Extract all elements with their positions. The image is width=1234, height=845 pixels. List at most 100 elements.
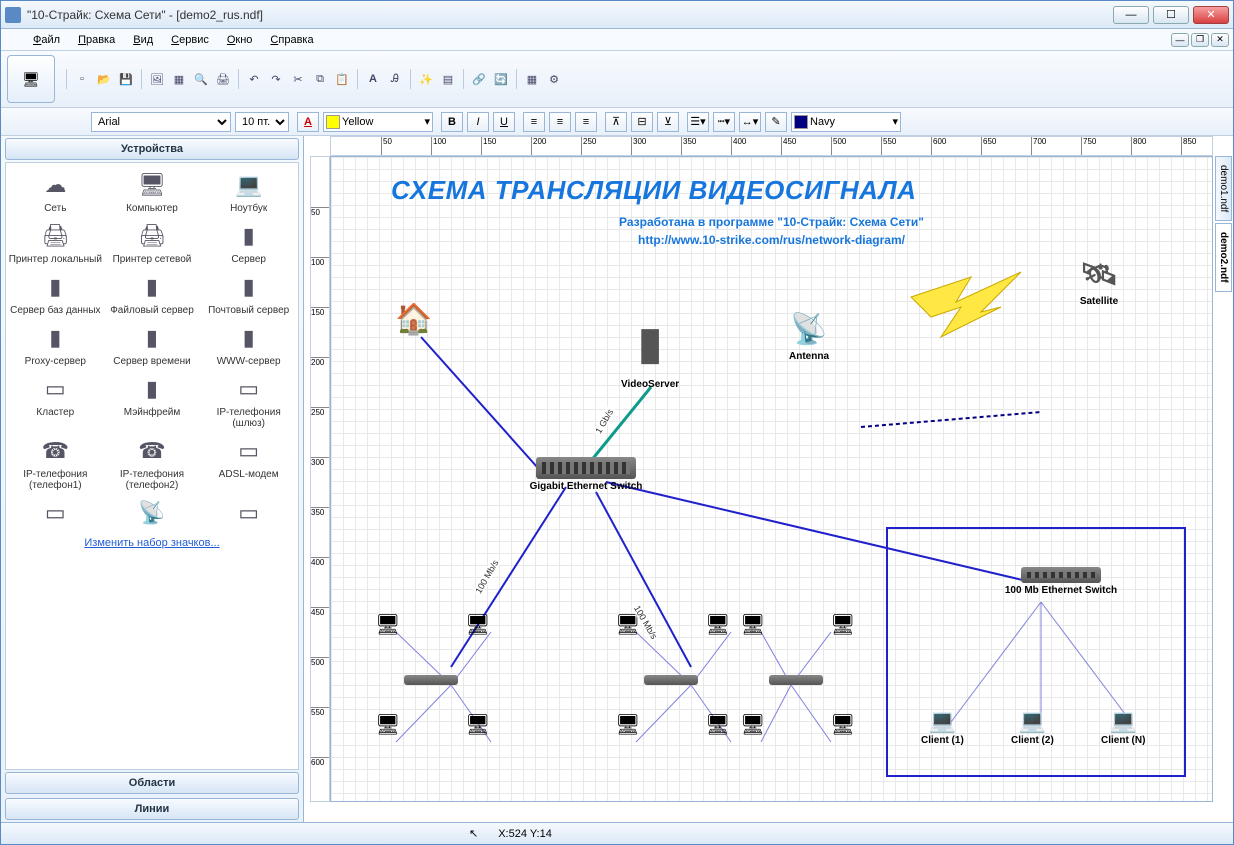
ruler-tick: 400 [311,557,329,567]
add-device-button[interactable]: 🖥 [7,55,55,103]
satellite-node[interactable]: 🛰 Satellite [1071,252,1127,307]
workgroup-2[interactable] [611,612,731,685]
device-icon: ▭ [35,373,75,405]
mdi-close-button[interactable]: ✕ [1211,33,1229,47]
device-ip-телефония-телефон2-[interactable]: ☎IP-телефония (телефон2) [105,433,200,493]
client2-node[interactable]: 💻Client (2) [1011,707,1054,746]
device-компьютер[interactable]: 🖥Компьютер [105,167,200,216]
valign-top-button[interactable]: ⊼ [605,112,627,132]
gbe-switch-node[interactable]: Gigabit Ethernet Switch [506,457,666,492]
italic-button[interactable]: I [467,112,489,132]
align-left-button[interactable]: ≡ [523,112,545,132]
menu-window[interactable]: Окно [219,32,261,48]
diagram-canvas[interactable]: СХЕМА ТРАНСЛЯЦИИ ВИДЕОСИГНАЛА Разработан… [330,156,1213,802]
menu-help[interactable]: Справка [262,32,321,48]
change-iconset-link[interactable]: Изменить набор значков... [8,533,296,553]
underline-button[interactable]: U [493,112,515,132]
fill-color-combo[interactable]: Yellow ▾ [323,112,433,132]
line-color-button[interactable]: ✎ [765,112,787,132]
text-tool-button[interactable]: A [363,69,383,89]
palette-areas-header[interactable]: Области [5,772,299,794]
device-сеть[interactable]: ☁Сеть [8,167,103,216]
workgroup-3[interactable] [736,612,856,685]
palette-devices-header[interactable]: Устройства [5,138,299,160]
undo-button[interactable]: ↶ [244,69,264,89]
device-icon: 💻 [229,169,269,201]
device-файловый-сервер[interactable]: ▮Файловый сервер [105,269,200,318]
options-button[interactable]: ⚙ [544,69,564,89]
line-weight-button[interactable]: ☰▾ [687,112,709,132]
copy-button[interactable]: ⧉ [310,69,330,89]
line-style-button[interactable]: ┉▾ [713,112,735,132]
device-item-20[interactable]: ▭ [201,495,296,533]
paste-button[interactable]: 📋 [332,69,352,89]
valign-bottom-icon: ⊻ [664,115,672,128]
client1-node[interactable]: 💻Client (1) [921,707,964,746]
label-tool-button[interactable]: Ꭿ [385,69,405,89]
minimize-button[interactable]: — [1113,6,1149,24]
device-icon: 🖥 [132,169,172,201]
line-color-combo[interactable]: Navy ▾ [791,112,901,132]
device-сервер[interactable]: ▮Сервер [201,218,296,267]
align-center-button[interactable]: ≡ [549,112,571,132]
close-button[interactable]: ✕ [1193,6,1229,24]
device-принтер-сетевой[interactable]: 🖨Принтер сетевой [105,218,200,267]
device-ip-телефония-шлюз-[interactable]: ▭IP-телефония (шлюз) [201,371,296,431]
export-visio-button[interactable]: ▦ [169,69,189,89]
menu-file[interactable]: ФФайлайл [25,32,68,48]
tab-demo1[interactable]: demo1.ndf [1215,156,1232,221]
ruler-tick: 350 [681,137,696,155]
clientn-node[interactable]: 💻Client (N) [1101,707,1145,746]
device-ноутбук[interactable]: 💻Ноутбук [201,167,296,216]
workgroup-1[interactable] [371,612,491,685]
font-color-button[interactable]: A [297,112,319,132]
new-button[interactable]: ▫ [72,69,92,89]
scan-network-button[interactable]: ✨ [416,69,436,89]
cursor-icon: ↖ [469,827,478,840]
mb-switch-node[interactable]: 100 Mb Ethernet Switch [981,567,1141,596]
mdi-restore-button[interactable]: ❐ [1191,33,1209,47]
align-right-icon: ≡ [583,116,589,128]
grid-settings-button[interactable]: ▦ [522,69,542,89]
device-сервер-баз-данных[interactable]: ▮Сервер баз данных [8,269,103,318]
font-size-combo[interactable]: 10 пт. [235,112,289,132]
align-right-button[interactable]: ≡ [575,112,597,132]
palette-lines-header[interactable]: Линии [5,798,299,820]
menu-service[interactable]: Сервис [163,32,217,48]
device-proxy-сервер[interactable]: ▮Proxy-сервер [8,320,103,369]
print-button[interactable]: 🖨 [213,69,233,89]
legend-button[interactable]: ▤ [438,69,458,89]
antenna-node[interactable]: 📡 Antenna [781,307,837,362]
redo-button[interactable]: ↷ [266,69,286,89]
house-node[interactable]: 🏠 [386,297,442,341]
device-мэйнфрейм[interactable]: ▮Мэйнфрейм [105,371,200,431]
device-сервер-времени[interactable]: ▮Сервер времени [105,320,200,369]
device-ip-телефония-телефон1-[interactable]: ☎IP-телефония (телефон1) [8,433,103,493]
device-item-19[interactable]: 📡 [105,495,200,533]
check-button[interactable]: 🔄 [491,69,511,89]
menu-view[interactable]: Вид [125,32,161,48]
device-item-18[interactable]: ▭ [8,495,103,533]
tab-demo2[interactable]: demo2.ndf [1215,223,1232,292]
maximize-button[interactable]: ☐ [1153,6,1189,24]
mdi-minimize-button[interactable]: — [1171,33,1189,47]
open-button[interactable]: 📂 [94,69,114,89]
device-www-сервер[interactable]: ▮WWW-сервер [201,320,296,369]
save-button[interactable]: 💾 [116,69,136,89]
device-почтовый-сервер[interactable]: ▮Почтовый сервер [201,269,296,318]
menu-edit[interactable]: Правка [70,32,123,48]
device-adsl-модем[interactable]: ▭ADSL-модем [201,433,296,493]
line-arrow-button[interactable]: ↔▾ [739,112,761,132]
export-image-button[interactable]: 🖼 [147,69,167,89]
print-preview-button[interactable]: 🔍 [191,69,211,89]
videoserver-node[interactable]: ▮ VideoServer [621,307,679,390]
map-button[interactable]: 🔗 [469,69,489,89]
bold-button[interactable]: B [441,112,463,132]
font-family-combo[interactable]: Arial [91,112,231,132]
cut-button[interactable]: ✂ [288,69,308,89]
device-кластер[interactable]: ▭Кластер [8,371,103,431]
pc-icon [371,712,401,738]
valign-bottom-button[interactable]: ⊻ [657,112,679,132]
valign-middle-button[interactable]: ⊟ [631,112,653,132]
device-принтер-локальный[interactable]: 🖨Принтер локальный [8,218,103,267]
